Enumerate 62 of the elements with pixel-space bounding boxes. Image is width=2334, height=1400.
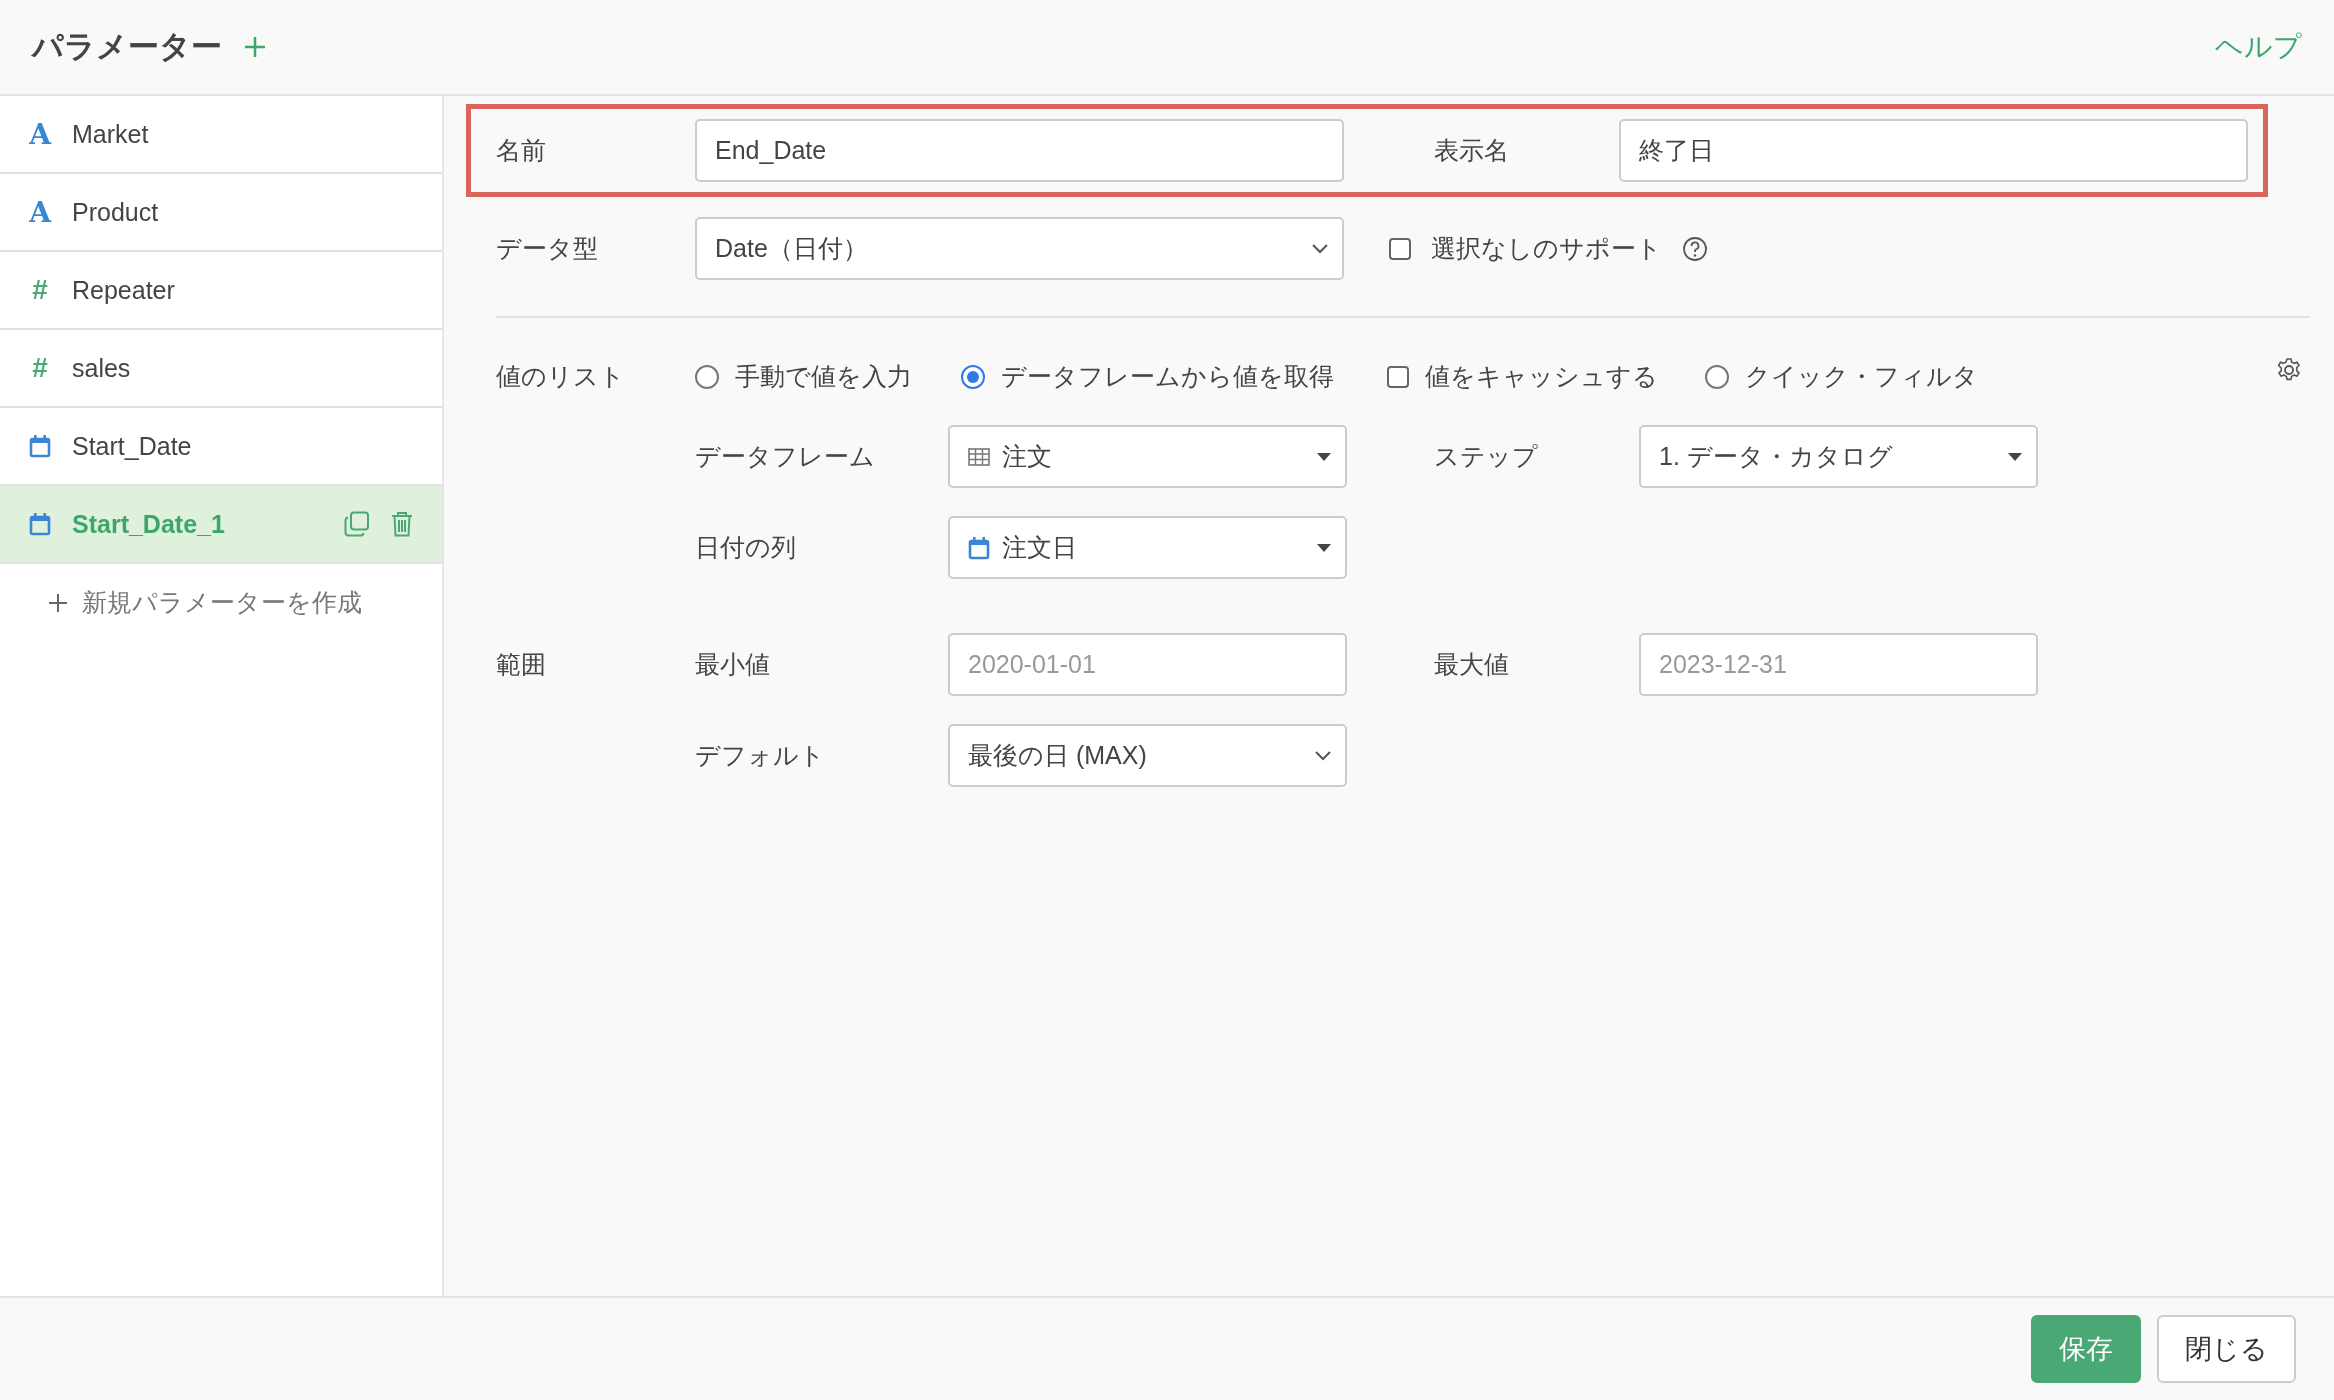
text-type-icon: A (28, 117, 52, 151)
max-value-field[interactable]: 2023-12-31 (1639, 633, 2038, 696)
radio-button[interactable] (961, 364, 985, 389)
field-label: 日付の列 (695, 532, 797, 563)
table-icon (968, 447, 990, 466)
caret-down-icon (1317, 543, 1331, 552)
field-label: 範囲 (496, 649, 547, 680)
settings-icon[interactable] (2276, 356, 2302, 383)
dropdown[interactable]: Date（日付） (695, 217, 1344, 280)
dropdown[interactable]: 注文 (948, 425, 1347, 488)
plus-icon[interactable] (48, 592, 68, 613)
field-label: 値のリスト (496, 361, 626, 392)
option-label: データフレームから値を取得 (1001, 361, 1334, 392)
field-label: 名前 (496, 135, 547, 166)
field-label: データフレーム (695, 441, 876, 472)
option-label: 手動で値を入力 (735, 361, 912, 392)
checkbox[interactable] (1387, 365, 1409, 388)
calendar-icon (29, 434, 51, 458)
parameter-item[interactable]: # Repeater (0, 252, 442, 330)
option-label: 値をキャッシュする (1425, 361, 1658, 392)
parameter-name: Start_Date (72, 431, 193, 461)
field-label: デフォルト (695, 740, 826, 771)
parameter-name: Start_Date_1 (72, 509, 226, 539)
hash-icon: # (28, 274, 52, 306)
page-title: パラメーター (32, 28, 222, 66)
caret-down-icon (1317, 452, 1331, 461)
hash-icon: # (28, 352, 52, 384)
field-label: 表示名 (1434, 135, 1510, 166)
name-field[interactable]: End_Date (695, 119, 1344, 182)
field-label: 最大値 (1434, 649, 1510, 680)
dropdown[interactable]: 注文日 (948, 516, 1347, 579)
text-type-icon: A (28, 195, 52, 229)
parameter-item[interactable]: A Product (0, 174, 442, 252)
field-label: 最小値 (695, 649, 771, 680)
help-icon[interactable] (1682, 235, 1708, 262)
copy-icon[interactable] (344, 511, 370, 537)
parameter-item[interactable]: A Market (0, 96, 442, 174)
radio-button[interactable] (695, 364, 719, 389)
radio-button[interactable] (1705, 364, 1729, 389)
dropdown[interactable]: 1. データ・カタログ (1639, 425, 2038, 488)
parameter-name: Repeater (72, 275, 176, 305)
checkbox-label: 選択なしのサポート (1431, 233, 1662, 264)
trash-icon[interactable] (390, 511, 414, 537)
parameter-name: Product (72, 197, 160, 227)
chevron-down-icon (1312, 243, 1328, 254)
field-label: ステップ (1434, 441, 1539, 472)
calendar-icon (968, 535, 990, 560)
parameter-item[interactable]: # sales (0, 330, 442, 408)
checkbox[interactable] (1389, 237, 1411, 260)
min-value-field[interactable]: 2020-01-01 (948, 633, 1347, 696)
add-icon[interactable] (244, 36, 266, 58)
new-parameter-link[interactable]: 新規パラメーターを作成 (82, 586, 362, 619)
calendar-icon (29, 512, 51, 536)
caret-down-icon (2008, 452, 2022, 461)
display-name-field[interactable]: 終了日 (1619, 119, 2248, 182)
parameter-name: sales (72, 353, 132, 383)
field-label: データ型 (496, 233, 599, 264)
dropdown[interactable]: 最後の日 (MAX) (948, 724, 1347, 787)
parameter-name: Market (72, 119, 150, 149)
option-label: クイック・フィルタ (1745, 361, 1978, 392)
close-button[interactable]: 閉じる (2157, 1315, 2296, 1383)
chevron-down-icon (1315, 750, 1331, 761)
